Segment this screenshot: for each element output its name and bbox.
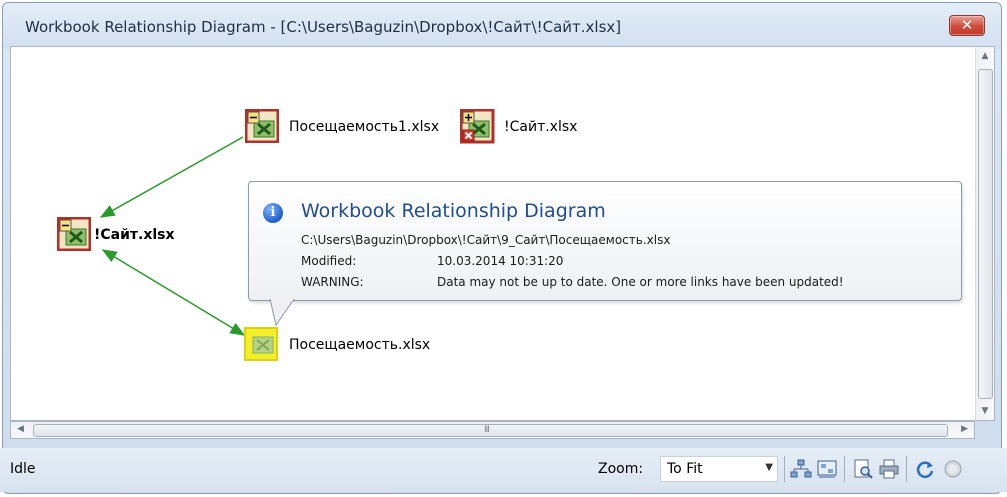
print-icon[interactable] — [878, 458, 900, 480]
link-root-to-pos — [101, 249, 246, 336]
tooltip-path: C:\Users\Baguzin\Dropbox\!Сайт\9_Сайт\По… — [301, 233, 671, 247]
stop-icon[interactable] — [942, 458, 964, 480]
tooltip-warning-value: Data may not be up to date. One or more … — [437, 275, 844, 289]
status-bar: Idle Zoom: To Fit ▼ — [0, 448, 1007, 492]
node-label-pos1[interactable]: Посещаемость1.xlsx — [289, 119, 439, 135]
node-label-root[interactable]: !Сайт.xlsx — [94, 227, 175, 243]
horizontal-scroll-thumb[interactable]: III — [33, 424, 948, 437]
tooltip-modified-value: 10.03.2014 10:31:20 — [437, 254, 564, 268]
zoom-select[interactable]: To Fit ▼ — [660, 456, 778, 482]
toolbar-separator — [784, 456, 785, 482]
scroll-left-icon[interactable]: ◀ — [17, 424, 24, 434]
scroll-down-icon[interactable]: ▼ — [976, 406, 994, 416]
tooltip-warning-label: WARNING: — [301, 275, 364, 289]
excel-workbook-collapse-icon[interactable] — [245, 109, 279, 143]
workbook-tooltip: i Workbook Relationship Diagram C:\Users… — [248, 181, 962, 301]
vertical-scroll-thumb[interactable] — [978, 69, 993, 399]
refresh-icon[interactable] — [914, 458, 936, 480]
node-label-site2[interactable]: !Сайт.xlsx — [504, 119, 577, 135]
info-icon: i — [263, 203, 283, 223]
close-button[interactable]: ✕ — [949, 15, 985, 36]
scroll-up-icon[interactable]: ▲ — [976, 51, 994, 61]
toolbar-separator — [844, 456, 845, 482]
window-title: Workbook Relationship Diagram - [C:\User… — [25, 18, 622, 36]
title-bar[interactable]: Workbook Relationship Diagram - [C:\User… — [3, 3, 1001, 49]
layout-tree-icon[interactable] — [790, 458, 812, 480]
scroll-right-icon[interactable]: ▶ — [961, 424, 968, 434]
vertical-scrollbar[interactable]: ▲ ▼ — [975, 46, 995, 421]
excel-workbook-expand-missing-icon[interactable] — [460, 109, 496, 145]
node-label-pos[interactable]: Посещаемость.xlsx — [289, 337, 430, 353]
tooltip-pointer — [269, 299, 295, 327]
print-preview-icon[interactable] — [852, 458, 874, 480]
chevron-down-icon[interactable]: ▼ — [765, 462, 773, 473]
tooltip-title: Workbook Relationship Diagram — [301, 200, 606, 222]
excel-workbook-highlighted-icon[interactable] — [244, 327, 278, 361]
toolbar-separator — [906, 456, 907, 482]
layout-diagram-icon[interactable] — [816, 458, 838, 480]
scroll-grip: III — [484, 425, 490, 435]
horizontal-scrollbar[interactable]: ◀ III ▶ — [10, 421, 975, 439]
zoom-label: Zoom: — [598, 461, 644, 477]
status-text: Idle — [10, 461, 36, 477]
zoom-value: To Fit — [667, 461, 703, 477]
tooltip-modified-label: Modified: — [301, 254, 357, 268]
link-root-to-pos1 — [99, 136, 244, 218]
excel-workbook-collapse-icon[interactable] — [57, 217, 91, 251]
